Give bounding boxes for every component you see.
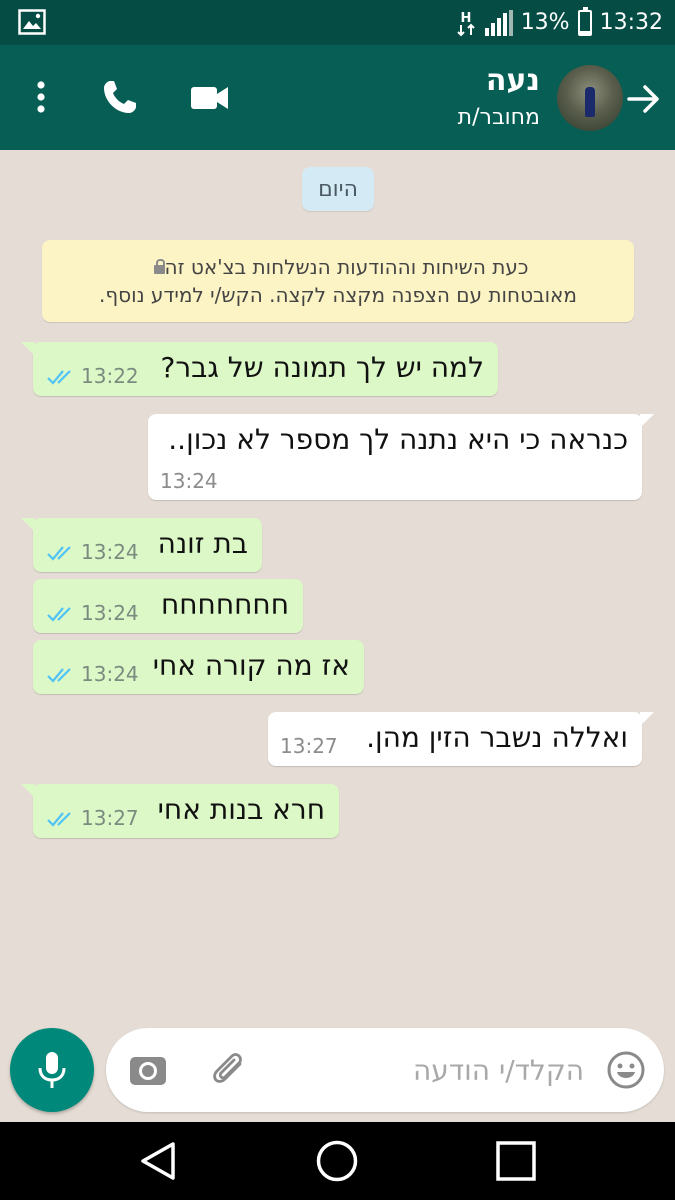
camera-icon[interactable] <box>128 1050 168 1090</box>
message-bubble-incoming[interactable]: כנראה כי היא נתנה לך מספר לא נכון.. 13:2… <box>148 414 654 500</box>
network-h-icon: H <box>456 11 475 36</box>
back-triangle-icon[interactable] <box>137 1139 181 1183</box>
message-text: ואללה נשבר הזין מהן. <box>366 721 628 754</box>
avatar[interactable] <box>557 65 623 131</box>
message-time: 13:24 <box>81 540 139 564</box>
back-arrow-icon[interactable] <box>625 81 661 117</box>
emoji-icon[interactable] <box>606 1050 646 1090</box>
message-bubble-outgoing[interactable]: אז מה קורה אחי 13:24 <box>33 640 364 694</box>
contact-status: מחובר/ת <box>457 105 540 130</box>
message-time: 13:27 <box>280 734 338 758</box>
more-vert-icon[interactable] <box>19 75 63 119</box>
message-composer <box>106 1028 664 1112</box>
message-time: 13:27 <box>81 806 139 830</box>
system-nav-bar <box>0 1122 675 1200</box>
date-chip: היום <box>302 167 374 211</box>
lock-icon <box>153 259 165 274</box>
message-time: 13:24 <box>160 469 218 493</box>
message-text: כנראה כי היא נתנה לך מספר לא נכון.. <box>168 423 628 456</box>
message-bubble-outgoing[interactable]: חחחחחחח 13:24 <box>33 579 303 633</box>
chat-header: נעה מחובר/ת <box>0 45 675 150</box>
encryption-notice-line2: מאובטחות עם הצפנה מקצה לקצה. הקש/י למידע… <box>98 283 578 307</box>
mic-icon <box>38 1052 66 1088</box>
message-time: 13:24 <box>81 662 139 686</box>
encryption-notice-line1: כעת השיחות וההודעות הנשלחות בצ'אט זה <box>164 255 529 279</box>
message-text: למה יש לך תמונה של גבר? <box>160 351 484 384</box>
phone-icon[interactable] <box>98 75 142 119</box>
message-text: חרא בנות אחי <box>157 793 325 826</box>
read-ticks-icon <box>47 370 71 385</box>
message-bubble-outgoing[interactable]: בת זונה 13:24 <box>21 518 262 572</box>
encryption-notice[interactable]: כעת השיחות וההודעות הנשלחות בצ'אט זה מאו… <box>42 240 634 322</box>
message-text: אז מה קורה אחי <box>152 649 350 682</box>
message-bubble-incoming[interactable]: ואללה נשבר הזין מהן. 13:27 <box>268 712 654 766</box>
mic-button[interactable] <box>10 1028 94 1112</box>
read-ticks-icon <box>47 546 71 561</box>
read-ticks-icon <box>47 668 71 683</box>
clock: 13:32 <box>599 10 663 35</box>
read-ticks-icon <box>47 607 71 622</box>
status-bar-right: H 13% 13:32 <box>455 0 663 45</box>
home-circle-icon[interactable] <box>315 1139 359 1183</box>
attach-icon[interactable] <box>210 1050 250 1090</box>
recents-square-icon[interactable] <box>494 1139 538 1183</box>
message-bubble-outgoing[interactable]: למה יש לך תמונה של גבר? 13:22 <box>21 342 498 396</box>
message-bubble-outgoing[interactable]: חרא בנות אחי 13:27 <box>21 784 339 838</box>
message-time: 13:22 <box>81 364 139 388</box>
contact-name[interactable]: נעה <box>486 63 540 98</box>
read-ticks-icon <box>47 812 71 827</box>
video-call-icon[interactable] <box>188 75 232 119</box>
message-text: חחחחחחח <box>160 588 289 621</box>
chat-area[interactable]: היום כעת השיחות וההודעות הנשלחות בצ'אט ז… <box>0 150 675 1122</box>
network-type-label: H <box>460 11 471 26</box>
message-input[interactable] <box>284 1048 584 1092</box>
message-text: בת זונה <box>157 527 248 560</box>
battery-percent: 13% <box>520 10 570 35</box>
signal-icon <box>484 9 513 36</box>
battery-icon <box>577 6 592 36</box>
status-bar: H 13% 13:32 <box>0 0 675 45</box>
gallery-notification-icon <box>18 9 46 35</box>
message-time: 13:24 <box>81 601 139 625</box>
input-bar <box>0 1022 675 1122</box>
